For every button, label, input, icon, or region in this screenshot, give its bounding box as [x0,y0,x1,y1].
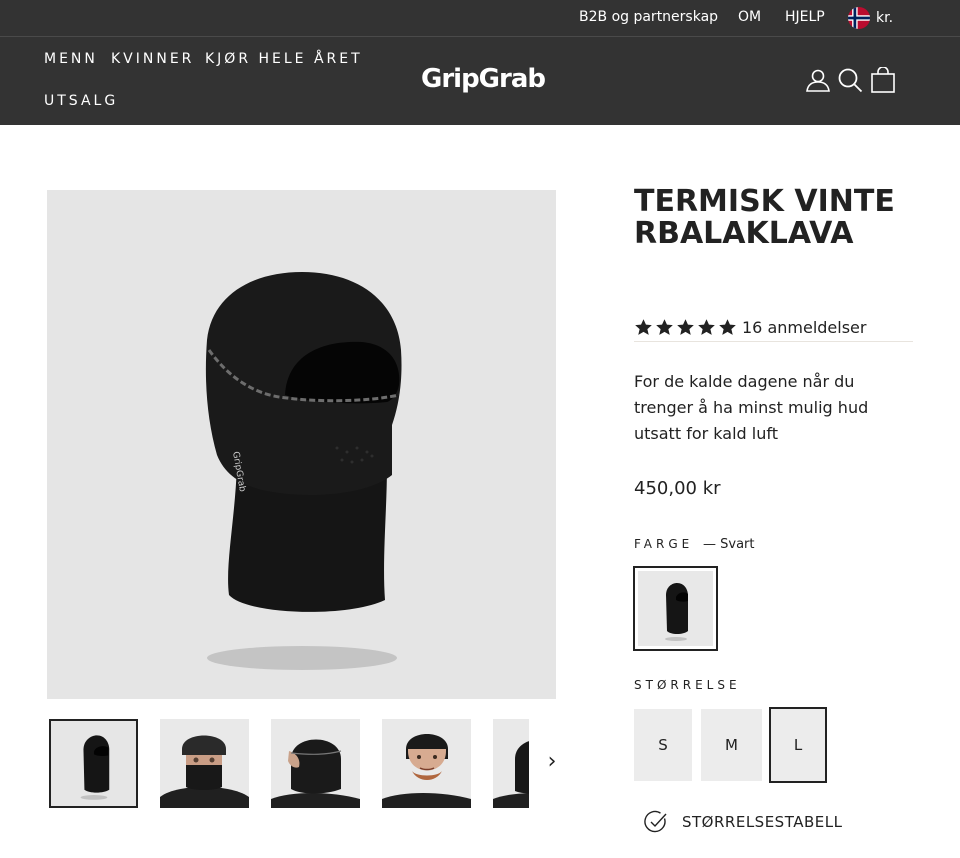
star-icon [719,319,736,335]
thumbnail-model-back[interactable] [493,719,529,808]
product-description: For de kalde dagene når du trenger å ha … [634,372,869,443]
brand-logo[interactable]: GripGrab [421,64,546,94]
nav-kvinner[interactable]: KVINNER [111,51,194,67]
review-count-link[interactable]: 16 anmeldelser [742,318,866,337]
nav-menn[interactable]: MENN [44,51,98,67]
nav-sale[interactable]: UTSALG [44,93,118,109]
thumbnail-model-front[interactable] [382,719,471,808]
thumbnail-model-side[interactable] [271,719,360,808]
product-main-image[interactable]: GripGrab [47,190,556,699]
star-icon [635,319,652,335]
star-icon [677,319,694,335]
size-option-m[interactable]: M [701,709,762,781]
cart-icon[interactable] [870,66,896,93]
divider [634,341,913,342]
search-icon[interactable] [837,67,863,93]
norway-flag-icon [848,7,870,29]
thumbnail-model-helmet[interactable] [160,719,249,808]
color-label: FARGE [634,537,694,551]
account-icon[interactable] [805,67,831,93]
check-circle-icon [644,810,667,833]
size-chart-label: STØRRELSESTABELL [682,813,843,831]
size-option-s[interactable]: S [634,709,692,781]
b2b-partnership-link[interactable]: B2B og partnerskap [579,9,718,25]
currency-label: kr. [876,10,894,26]
chevron-right-icon[interactable]: › [540,750,564,774]
selected-color-value: — Svart [703,537,755,552]
rating-summary[interactable]: 16 anmeldelser [634,318,866,337]
help-link[interactable]: HJELP [785,9,825,25]
product-title: TERMISK VINTERBALAKLAVA [634,184,895,251]
size-label: STØRRELSE [634,678,741,692]
star-icon [698,319,715,335]
thumbnail-strip [49,719,529,809]
currency-selector[interactable]: kr. [848,7,893,29]
thumbnail-product[interactable] [49,719,138,808]
star-icon [656,319,673,335]
color-swatch-black[interactable] [633,566,718,651]
product-price: 450,00 kr [634,478,721,499]
utility-bar: B2B og partnerskap OM HJELP kr. [0,0,960,37]
size-option-l[interactable]: L [769,707,827,783]
size-chart-link[interactable]: STØRRELSESTABELL [644,810,842,834]
main-header: MENN KVINNER KJØR HELE ÅRET UTSALG GripG… [0,37,960,125]
nav-ride-all-year[interactable]: KJØR HELE ÅRET [205,51,363,67]
about-link[interactable]: OM [738,9,761,25]
